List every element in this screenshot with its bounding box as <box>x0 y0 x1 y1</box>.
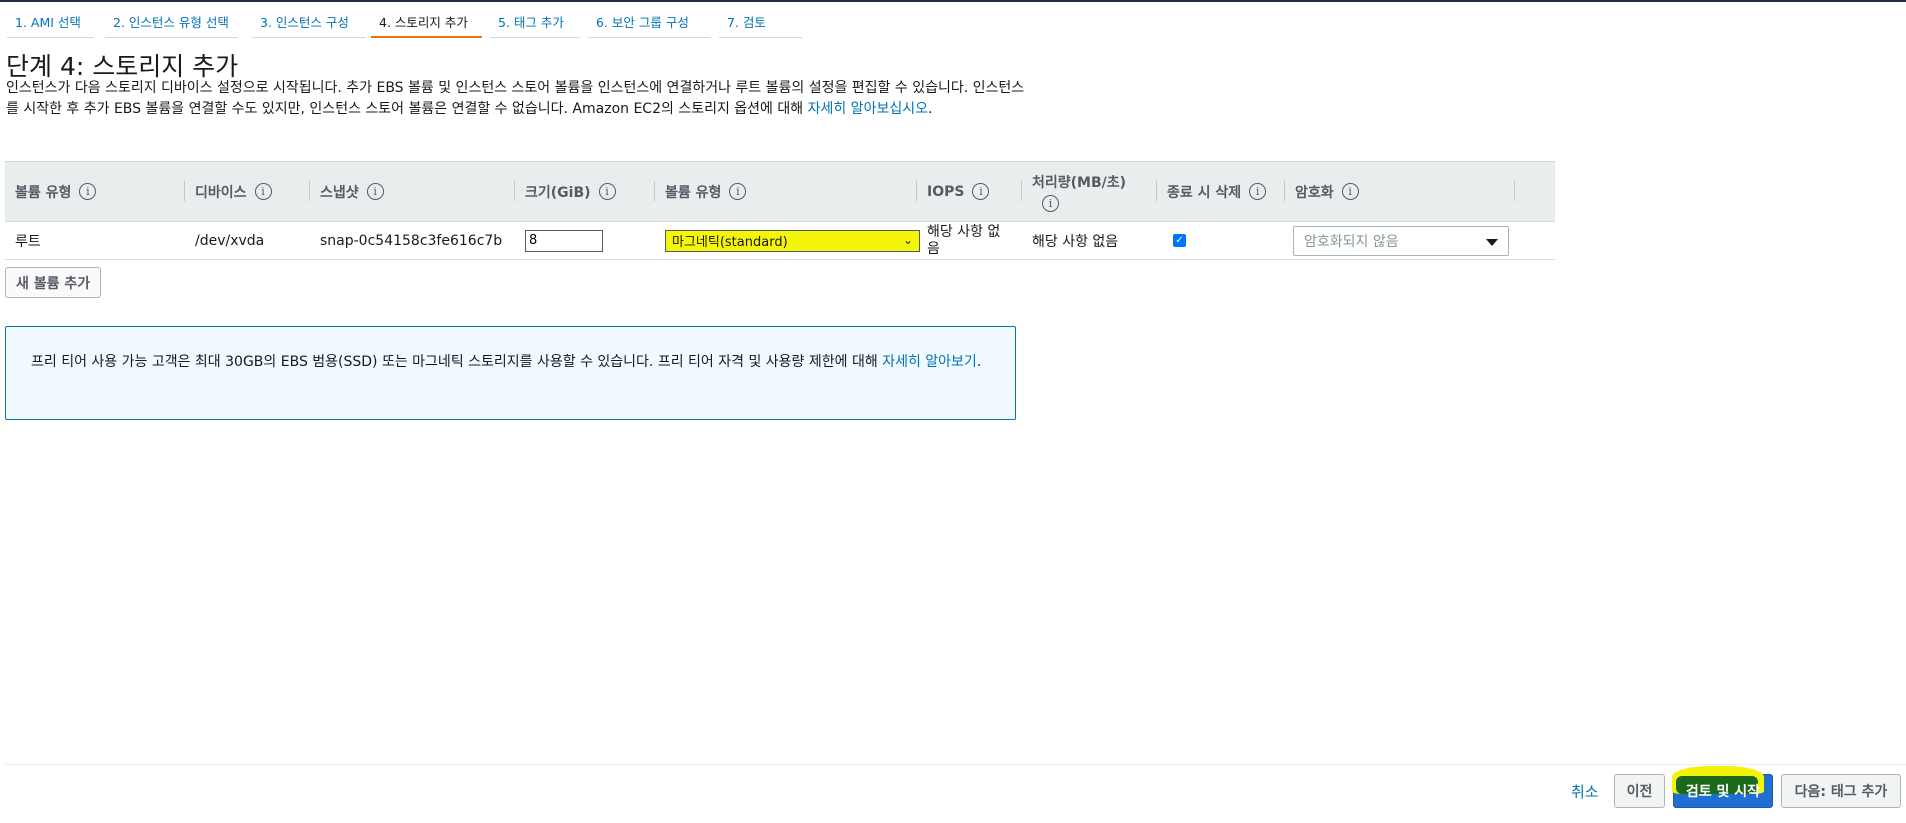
volume-type-value: 마그네틱(standard) <box>672 235 788 250</box>
cell-device: /dev/xvda <box>195 232 265 249</box>
page-description: 인스턴스가 다음 스토리지 디바이스 설정으로 시작됩니다. 추가 EBS 볼륨… <box>6 78 1026 120</box>
table-row: 루트 /dev/xvda snap-0c54158c3fe616c7b 마그네틱… <box>5 222 1555 260</box>
size-input[interactable] <box>525 229 603 252</box>
header-snapshot: 스냅샷 i <box>310 162 515 221</box>
header-label: 처리량(MB/초) <box>1032 174 1127 191</box>
learn-more-storage-link[interactable]: 자세히 알아보십시오 <box>808 101 928 117</box>
tab-configure-instance[interactable]: 3. 인스턴스 구성 <box>252 2 366 38</box>
info-icon[interactable]: i <box>79 183 97 200</box>
previous-button[interactable]: 이전 <box>1614 774 1665 808</box>
storage-table: 볼륨 유형 i 디바이스 i 스냅샷 i 크기(GiB) i 볼륨 유형 i IOPS i … <box>5 161 1555 260</box>
free-tier-info-box: 프리 티어 사용 가능 고객은 최대 30GB의 EBS 범용(SSD) 또는 … <box>5 326 1016 420</box>
header-delete-on-termination: 종료 시 삭제 i <box>1157 162 1285 221</box>
tab-security-group[interactable]: 6. 보안 그룹 구성 <box>588 2 711 38</box>
encryption-placeholder: 암호화되지 않음 <box>1304 233 1399 250</box>
info-icon[interactable]: i <box>254 183 272 200</box>
tab-instance-type[interactable]: 2. 인스턴스 유형 선택 <box>105 2 238 38</box>
caret-down-icon <box>1486 238 1498 246</box>
header-ebs-volume-type: 볼륨 유형 i <box>655 162 917 221</box>
tab-review[interactable]: 7. 검토 <box>719 2 802 38</box>
header-label: 볼륨 유형 <box>15 184 72 201</box>
cell-volume-type: 루트 <box>15 233 41 250</box>
free-tier-text: 프리 티어 사용 가능 고객은 최대 30GB의 EBS 범용(SSD) 또는 … <box>31 354 883 370</box>
next-add-tags-button[interactable]: 다음: 태그 추가 <box>1781 774 1901 808</box>
header-label: 크기(GiB) <box>525 184 591 201</box>
info-icon[interactable]: i <box>1341 183 1359 200</box>
header-device: 디바이스 i <box>185 162 310 221</box>
info-icon[interactable]: i <box>1042 194 1059 212</box>
delete-on-termination-checkbox[interactable]: ✓ <box>1173 234 1186 247</box>
header-label: 종료 시 삭제 <box>1167 184 1242 201</box>
info-icon[interactable]: i <box>598 183 616 200</box>
cell-encryption: 암호화되지 않음 <box>1285 222 1509 259</box>
info-icon[interactable]: i <box>729 183 747 200</box>
tab-add-tags[interactable]: 5. 태그 추가 <box>490 2 580 38</box>
free-tier-end: . <box>976 354 982 370</box>
header-label: 볼륨 유형 <box>665 184 722 201</box>
cell-throughput: 해당 사항 없음 <box>1032 233 1119 250</box>
header-throughput: 처리량(MB/초) i <box>1022 162 1157 221</box>
tab-add-storage[interactable]: 4. 스토리지 추가 <box>371 2 482 38</box>
volume-type-select[interactable]: 마그네틱(standard) ⌄ <box>665 229 920 252</box>
header-encryption: 암호화 i <box>1285 162 1515 221</box>
cell-iops: 해당 사항 없음 <box>917 222 1007 259</box>
iops-value: 해당 사항 없음 <box>927 223 1001 257</box>
description-end: . <box>927 101 933 117</box>
footer-divider <box>5 764 1906 765</box>
info-icon[interactable]: i <box>1249 183 1267 200</box>
cell-snapshot: snap-0c54158c3fe616c7b <box>320 232 503 249</box>
encryption-select[interactable]: 암호화되지 않음 <box>1293 225 1509 256</box>
header-label: 디바이스 <box>195 184 247 201</box>
header-volume-type: 볼륨 유형 i <box>5 162 185 221</box>
header-size: 크기(GiB) i <box>515 162 655 221</box>
header-label: 스냅샷 <box>320 184 359 201</box>
cancel-link[interactable]: 취소 <box>1571 781 1599 802</box>
header-label: 암호화 <box>1295 184 1334 201</box>
column-separator <box>1514 181 1515 201</box>
cell-delete-on-termination: ✓ <box>1157 222 1186 259</box>
header-label: IOPS <box>927 183 965 200</box>
free-tier-learn-more-link[interactable]: 자세히 알아보기 <box>882 354 977 370</box>
table-header: 볼륨 유형 i 디바이스 i 스냅샷 i 크기(GiB) i 볼륨 유형 i IOPS i … <box>5 161 1555 222</box>
cell-ebs-volume-type: 마그네틱(standard) ⌄ <box>655 222 920 259</box>
highlight-mark <box>1676 776 1758 794</box>
tab-ami[interactable]: 1. AMI 선택 <box>7 2 94 38</box>
header-iops: IOPS i <box>917 162 1022 221</box>
info-icon[interactable]: i <box>972 183 990 200</box>
chevron-down-icon: ⌄ <box>902 232 913 247</box>
cell-size <box>515 222 603 259</box>
info-icon[interactable]: i <box>366 183 384 200</box>
add-new-volume-button[interactable]: 새 볼륨 추가 <box>5 267 102 298</box>
